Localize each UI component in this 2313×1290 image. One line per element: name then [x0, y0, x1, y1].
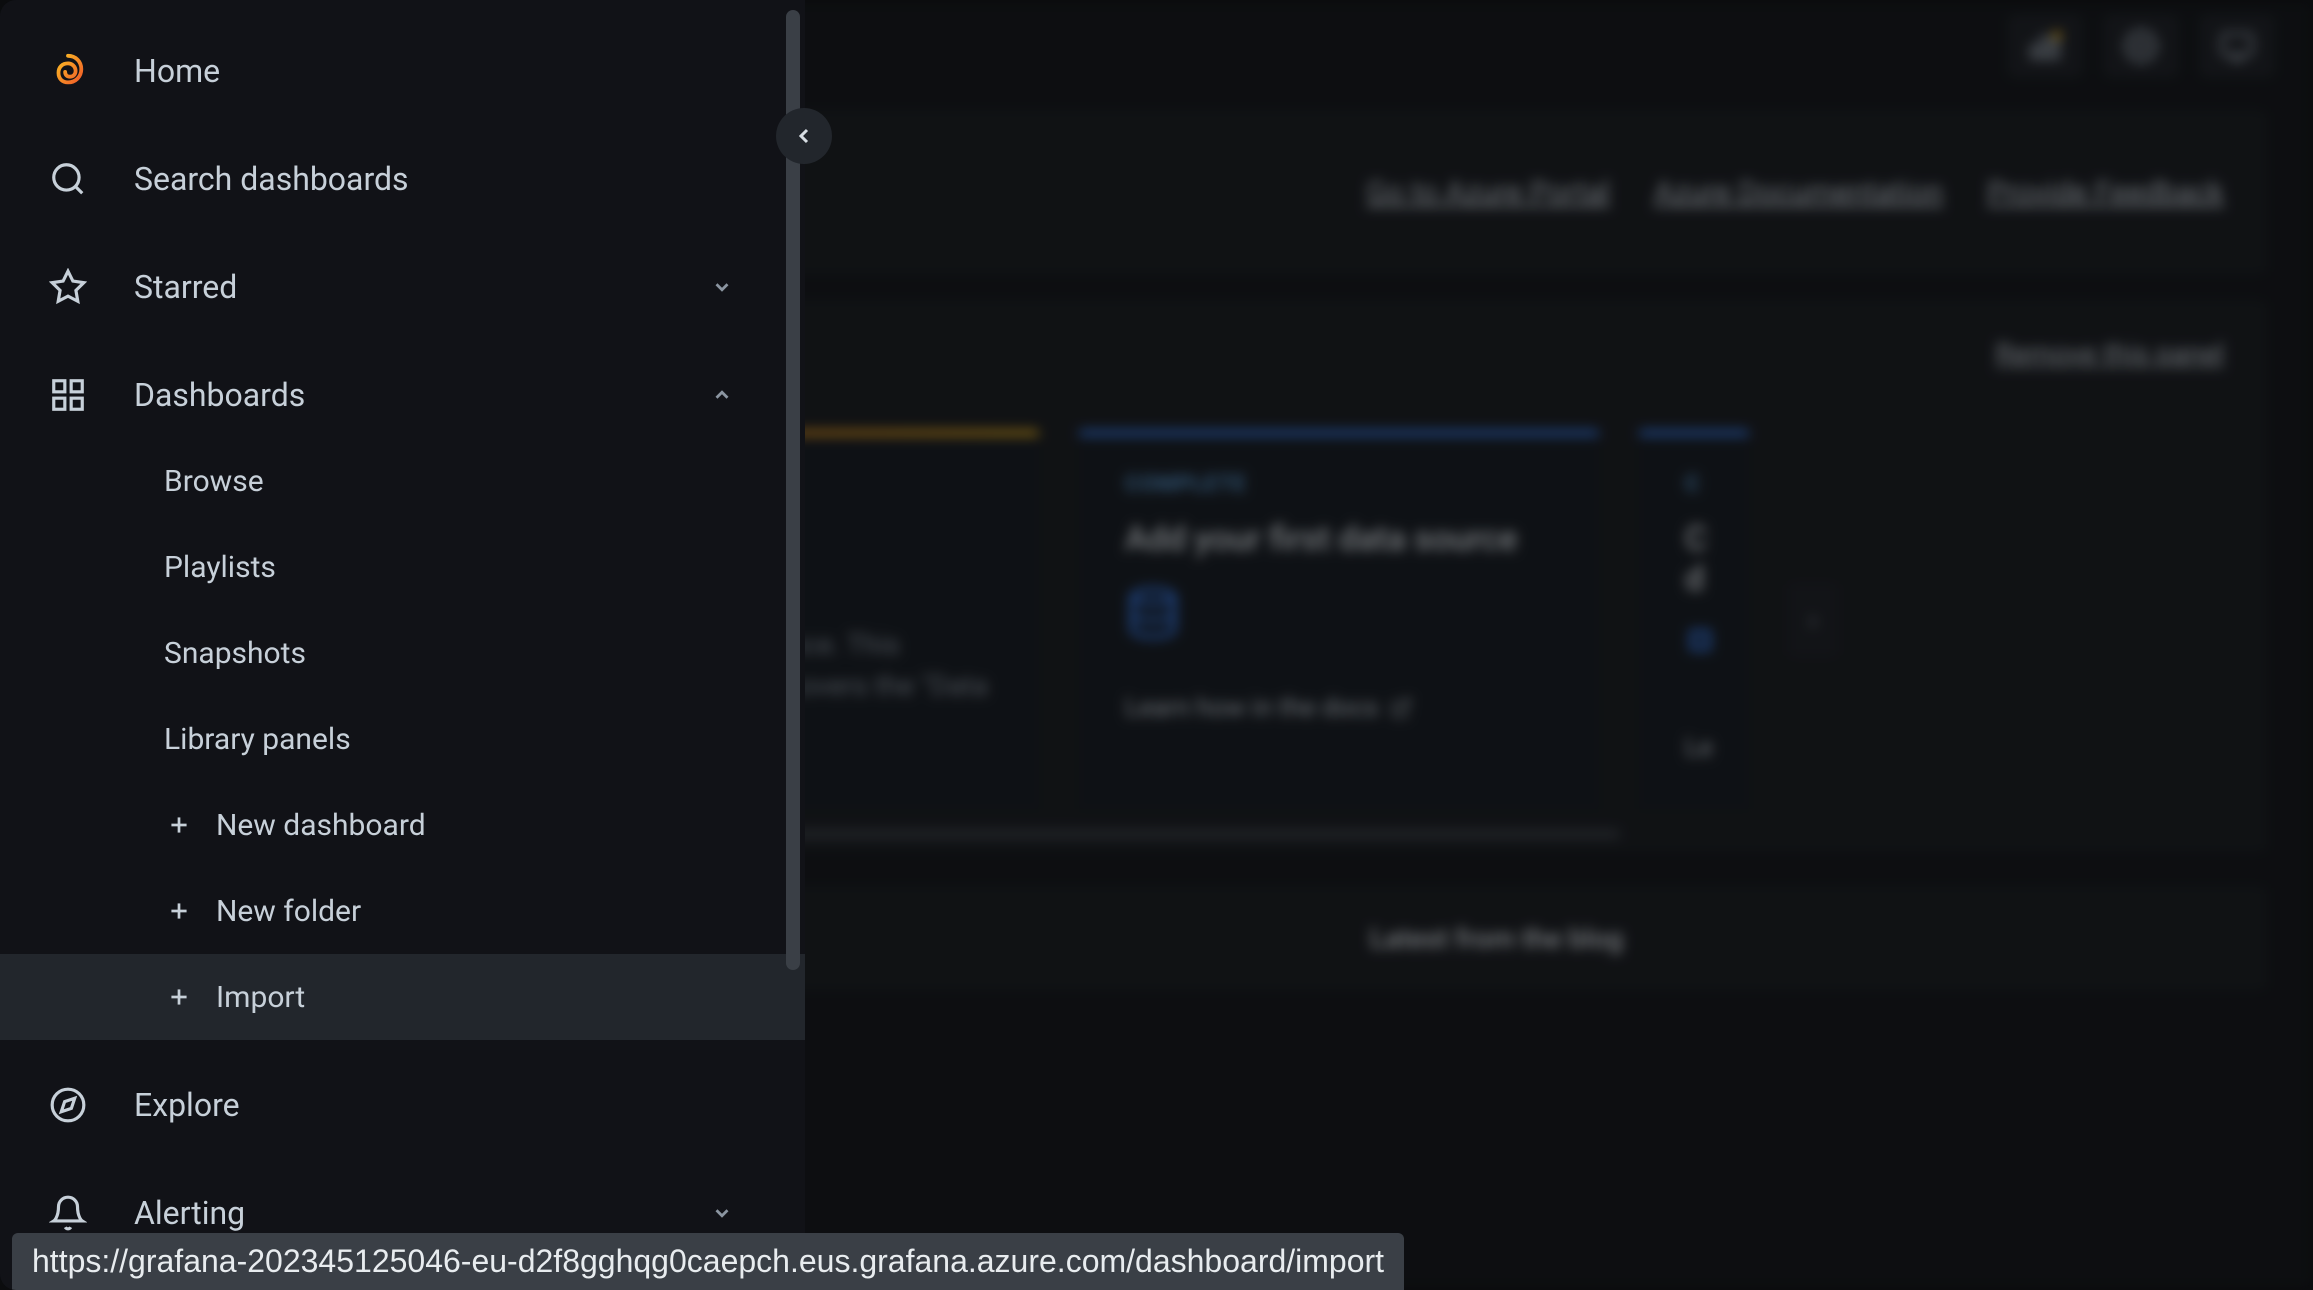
settings-button[interactable] [2103, 14, 2179, 78]
chevron-down-icon [711, 1194, 733, 1232]
status-bar-url: https://grafana-202345125046-eu-d2f8gghq… [12, 1233, 1404, 1290]
toggle-panel-button[interactable] [2007, 14, 2083, 78]
chevron-up-icon [711, 376, 733, 414]
nav-playlists[interactable]: Playlists [0, 524, 805, 610]
nav-search[interactable]: Search dashboards [0, 136, 805, 222]
link-feedback[interactable]: Provide Feedback [1987, 175, 2224, 210]
dashboards-icon [48, 375, 88, 415]
nav-label: Alerting [134, 1194, 245, 1232]
plus-icon [164, 982, 194, 1012]
card-tag: COMPLETE [1125, 472, 1553, 497]
monitor-button[interactable] [2199, 14, 2275, 78]
nav-label: Library panels [164, 722, 351, 757]
nav-label: Dashboards [134, 376, 305, 414]
hero-links: Go to Azure Portal Azure Documentation P… [1366, 175, 2224, 210]
nav-label: Playlists [164, 550, 276, 585]
plus-icon [164, 810, 194, 840]
nav-starred[interactable]: Starred [0, 244, 805, 330]
chevron-down-icon [711, 268, 733, 306]
nav-snapshots[interactable]: Snapshots [0, 610, 805, 696]
nav-label: Search dashboards [134, 160, 409, 198]
card-title: Add your first data source [1125, 519, 1553, 559]
plus-icon [164, 896, 194, 926]
link-azure-docs[interactable]: Azure Documentation [1654, 175, 1943, 210]
card-tag: C [1685, 472, 1703, 497]
card-foot: Le [1685, 733, 1703, 763]
nav-home[interactable]: Home [0, 28, 805, 114]
card-title: C d [1685, 519, 1703, 599]
nav-browse[interactable]: Browse [0, 438, 805, 524]
nav-label: Snapshots [164, 636, 306, 671]
nav-label: New folder [216, 894, 361, 929]
scroll-right-button[interactable]: › [1789, 584, 1837, 656]
partial-card[interactable]: C C d Le [1639, 430, 1749, 809]
compass-icon [48, 1085, 88, 1125]
nav-label: New dashboard [216, 808, 426, 843]
nav-label: Starred [134, 268, 237, 306]
nav-label: Home [134, 52, 220, 90]
nav-explore[interactable]: Explore [0, 1062, 805, 1148]
link-azure-portal[interactable]: Go to Azure Portal [1366, 175, 1610, 210]
star-icon [48, 267, 88, 307]
nav-library-panels[interactable]: Library panels [0, 696, 805, 782]
nav-new-folder[interactable]: New folder [0, 868, 805, 954]
nav-label: Browse [164, 464, 264, 499]
bell-icon [48, 1193, 88, 1233]
remove-panel-link[interactable]: Remove this panel [1996, 337, 2224, 370]
search-icon [48, 159, 88, 199]
nav-new-dashboard[interactable]: New dashboard [0, 782, 805, 868]
sidebar: Home Search dashboards Starred Dashboard… [0, 0, 805, 1290]
nav-label: Import [216, 980, 305, 1015]
datasource-card[interactable]: COMPLETE Add your first data source Lear… [1079, 430, 1599, 809]
database-icon [1125, 585, 1553, 645]
card-foot-link[interactable]: Learn how in the docs [1125, 693, 1553, 723]
collapse-sidebar-button[interactable] [776, 108, 832, 164]
nav-import[interactable]: Import [0, 954, 805, 1040]
partial-icon [1685, 625, 1703, 685]
blog-panel: Latest from the blog [728, 888, 2265, 988]
grafana-logo-icon [48, 51, 88, 91]
nav-dashboards[interactable]: Dashboards [0, 352, 805, 438]
nav-label: Explore [134, 1086, 240, 1124]
dashboards-submenu: Browse Playlists Snapshots Library panel… [0, 438, 805, 1040]
